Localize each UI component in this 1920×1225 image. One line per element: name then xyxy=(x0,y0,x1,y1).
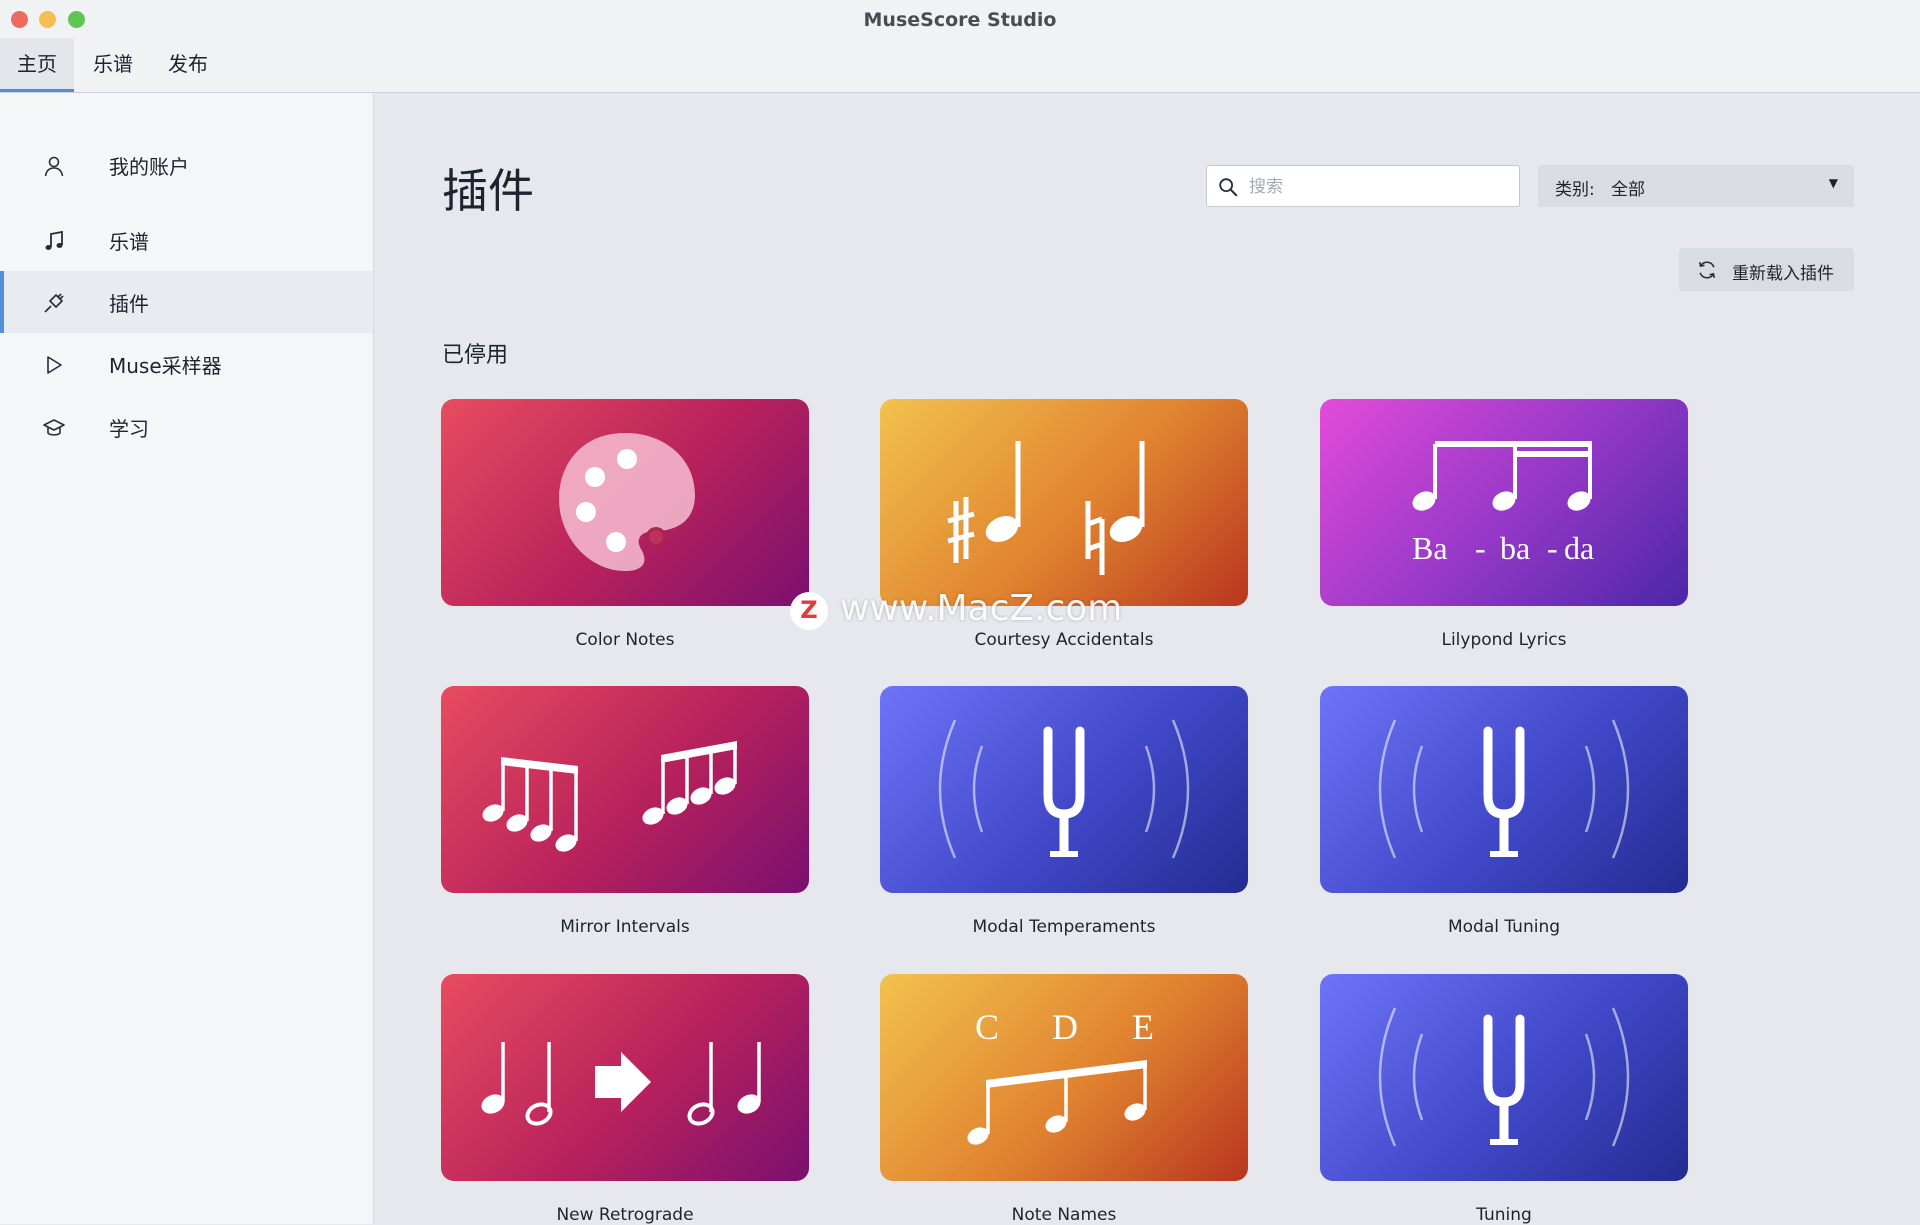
plugin-thumbnail xyxy=(880,399,1248,606)
plugin-name: Color Notes xyxy=(575,630,675,650)
page-title: 插件 xyxy=(442,164,534,218)
note-letter: D xyxy=(1052,1007,1078,1047)
sidebar-item-label: 乐谱 xyxy=(109,230,149,254)
reload-plugins-button[interactable]: 重新载入插件 xyxy=(1679,248,1854,291)
lyric-hyphen: - xyxy=(1475,530,1486,566)
plugin-card-new-retrograde[interactable]: New Retrograde xyxy=(441,974,809,1225)
sidebar-item-label: 插件 xyxy=(109,292,149,316)
lyric-syllable: ba xyxy=(1500,530,1530,566)
category-label: 类别: xyxy=(1555,180,1595,200)
plugin-card-tuning[interactable]: Tuning xyxy=(1320,974,1688,1225)
lyric-syllable: da xyxy=(1564,530,1594,566)
plugin-name: Courtesy Accidentals xyxy=(974,630,1154,650)
lyric-hyphen: - xyxy=(1547,530,1558,566)
category-value: 全部 xyxy=(1611,180,1645,200)
tuning-fork-icon xyxy=(1378,719,1630,859)
palette-icon xyxy=(559,433,695,571)
refresh-icon xyxy=(1698,261,1716,279)
plugin-name: New Retrograde xyxy=(556,1205,694,1225)
plugin-name: Tuning xyxy=(1476,1205,1532,1225)
plugin-card-color-notes[interactable]: Color Notes xyxy=(441,399,809,650)
plugin-name: Modal Tuning xyxy=(1447,917,1561,937)
sidebar-item-account[interactable]: 我的账户 xyxy=(0,134,373,196)
plugin-thumbnail xyxy=(441,974,809,1181)
sidebar-item-label: Muse采样器 xyxy=(109,354,222,378)
sidebar: 我的账户 乐谱 插件 Muse采样器 学习 xyxy=(0,93,374,1224)
sidebar-item-plugins[interactable]: 插件 xyxy=(0,271,373,333)
tab-publish[interactable]: 发布 xyxy=(151,38,225,92)
watermark-text: www.MacZ.com xyxy=(840,588,1123,629)
plugin-card-modal-temperaments[interactable]: Modal Temperaments xyxy=(880,686,1248,937)
tuning-fork-icon xyxy=(1378,1007,1630,1147)
plugin-thumbnail xyxy=(441,399,809,606)
lyric-syllable: Ba xyxy=(1412,530,1448,566)
tab-bar: 主页 乐谱 发布 xyxy=(0,38,1920,93)
sidebar-item-muse-sampler[interactable]: Muse采样器 xyxy=(0,333,373,395)
chevron-down-icon: ▼ xyxy=(1828,176,1838,190)
plugin-thumbnail: Ba - ba - da xyxy=(1320,399,1688,606)
user-icon xyxy=(44,156,64,177)
plugin-name: Lilypond Lyrics xyxy=(1441,630,1567,650)
plugin-thumbnail xyxy=(441,686,809,893)
sidebar-item-scores[interactable]: 乐谱 xyxy=(0,209,373,271)
tab-home[interactable]: 主页 xyxy=(0,38,74,92)
tab-scores[interactable]: 乐谱 xyxy=(76,38,150,92)
sidebar-item-learn[interactable]: 学习 xyxy=(0,396,373,458)
plugin-name: Note Names xyxy=(1011,1205,1117,1225)
plugin-card-modal-tuning[interactable]: Modal Tuning xyxy=(1320,686,1688,937)
plugin-icon xyxy=(44,293,64,313)
title-bar: MuseScore Studio xyxy=(0,0,1920,38)
plugin-card-lilypond-lyrics[interactable]: Ba - ba - da Lilypond Lyrics xyxy=(1320,399,1688,650)
plugin-thumbnail xyxy=(1320,686,1688,893)
plugin-thumbnail xyxy=(880,686,1248,893)
note-names-icon: C D E xyxy=(967,1007,1154,1145)
mirror-notes-icon xyxy=(482,741,737,852)
plugin-card-note-names[interactable]: C D E Note Names xyxy=(880,974,1248,1225)
sidebar-item-label: 我的账户 xyxy=(109,155,189,179)
plugin-thumbnail xyxy=(1320,974,1688,1181)
plugin-card-mirror-intervals[interactable]: Mirror Intervals xyxy=(441,686,809,937)
reload-label: 重新载入插件 xyxy=(1732,264,1834,284)
tuning-fork-icon xyxy=(938,719,1190,859)
plugin-thumbnail: C D E xyxy=(880,974,1248,1181)
note-letter: E xyxy=(1132,1007,1154,1047)
section-title-disabled: 已停用 xyxy=(442,343,509,368)
category-dropdown[interactable]: 类别: 全部 ▼ xyxy=(1538,165,1854,207)
plugin-name: Modal Temperaments xyxy=(972,917,1156,937)
app-window: MuseScore Studio 主页 乐谱 发布 我的账户 乐谱 插件 Mus… xyxy=(0,0,1920,1225)
sidebar-item-label: 学习 xyxy=(109,417,149,441)
window-title: MuseScore Studio xyxy=(863,9,1057,31)
search-field[interactable] xyxy=(1206,165,1520,207)
plugins-page: 插件 类别: 全部 ▼ 重新载入插件 已停用 xyxy=(374,93,1920,1225)
graduation-cap-icon xyxy=(43,419,65,436)
watermark-logo-icon: Z xyxy=(790,592,828,630)
music-note-icon xyxy=(45,230,63,250)
play-icon xyxy=(47,356,62,374)
search-icon xyxy=(1219,178,1238,197)
plugin-name: Mirror Intervals xyxy=(560,917,690,937)
accidentals-icon xyxy=(947,441,1145,575)
lyrics-notes-icon: Ba - ba - da xyxy=(1412,441,1594,566)
retrograde-icon xyxy=(481,1042,761,1126)
note-letter: C xyxy=(975,1007,999,1047)
search-input[interactable] xyxy=(1247,174,1506,200)
